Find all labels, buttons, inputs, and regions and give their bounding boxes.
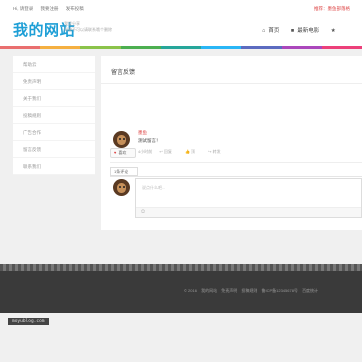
submit-post-link[interactable]: 发布投稿 (66, 6, 84, 11)
like-divider (110, 162, 362, 163)
rainbow-segment (201, 46, 242, 49)
sidebar-item-feedback[interactable]: 留言反馈 (13, 141, 95, 158)
footer-stats-link[interactable]: 百度统计 (302, 288, 318, 293)
rainbow-segment (160, 46, 202, 49)
nav-item-home[interactable]: ⌂ 首页 (262, 28, 281, 34)
footer-links: © 2016 我的网站 免责声明 投稿规则 鲁ICP备12345678号 百度统… (184, 288, 321, 294)
comment-time: 4小时前 (138, 149, 153, 154)
rainbow-segment (120, 46, 161, 49)
title-divider (101, 83, 362, 84)
watermark: moyublog.com (8, 318, 49, 325)
recommend-text: 推荐：墨鱼部落格 (314, 6, 350, 11)
register-link[interactable]: 我要注册 (41, 6, 59, 11)
rainbow-divider (0, 46, 362, 49)
comment-upvote-link[interactable]: 👍 顶 (185, 149, 201, 154)
page-title: 留言反馈 (111, 70, 136, 76)
comment-text: 测试留言！ (138, 138, 161, 143)
emoji-icon[interactable]: ☺ (140, 209, 146, 215)
sidebar-item-disclaimer[interactable]: 免责声明 (13, 73, 95, 90)
comment-count-divider (110, 176, 362, 177)
comment-author[interactable]: 墨鱼 (138, 130, 147, 136)
comment-share-link[interactable]: ↪ 转发 (208, 149, 226, 154)
rainbow-segment (241, 46, 282, 49)
home-icon: ⌂ (262, 28, 266, 34)
sidebar-item-about[interactable]: 关于我们 (13, 90, 95, 107)
rainbow-segment (0, 46, 41, 49)
footer-icp[interactable]: 鲁ICP备12345678号 (261, 288, 297, 293)
rainbow-segment (80, 46, 121, 49)
share-label: 转发 (212, 149, 221, 154)
recommend-link[interactable]: 推荐：墨鱼部落格 (314, 6, 350, 12)
footer-site-link[interactable]: 我的网站 (201, 288, 217, 293)
video-camera-icon: ■ (290, 28, 295, 34)
main-nav: ⌂ 首页 ■ 最新电影 ★ (262, 26, 349, 34)
nav-item-latest-movies[interactable]: ■ 最新电影 (291, 28, 321, 34)
login-link[interactable]: Hi, 请登录 (13, 6, 33, 11)
sidebar: 帮助云 免责声明 关于我们 投稿规则 广告合作 留言反馈 联系我们 (13, 56, 95, 175)
rainbow-segment (40, 46, 81, 49)
comment-input-placeholder: 说点什么吧... (142, 185, 166, 190)
comment-reply-link[interactable]: ↩ 回复 (159, 149, 177, 154)
current-user-avatar (113, 179, 130, 196)
sidebar-item-contact[interactable]: 联系我们 (13, 158, 95, 175)
reply-label: 回复 (163, 149, 172, 154)
sidebar-item-help[interactable]: 帮助云 (13, 56, 95, 73)
heart-icon: ♥ (114, 150, 117, 155)
rainbow-segment (321, 46, 362, 49)
comment-count-tab[interactable]: 1条评论 (110, 167, 138, 176)
footer-copyright: © 2016 (184, 288, 197, 293)
comment-toolbar: ☺ (136, 207, 361, 217)
star-icon: ★ (330, 28, 336, 34)
rainbow-segment (281, 46, 322, 49)
like-button[interactable]: ♥ 喜欢 (110, 148, 136, 158)
sidebar-item-submission-rules[interactable]: 投稿规则 (13, 107, 95, 124)
sidebar-item-ads[interactable]: 广告合作 (13, 124, 95, 141)
comment-input[interactable]: 说点什么吧... ☺ (135, 178, 362, 218)
nav-item-star[interactable]: ★ (331, 28, 339, 34)
nav-home-label: 首页 (268, 28, 280, 34)
site-header: Hi, 请登录 我要注册 发布投稿 推荐：墨鱼部落格 我的网站 我爱分享 如果不… (0, 0, 362, 46)
footer-disclaimer-link[interactable]: 免责声明 (221, 288, 237, 293)
top-links: Hi, 请登录 我要注册 发布投稿 (13, 6, 90, 12)
nav-movies-label: 最新电影 (297, 28, 320, 34)
comment-meta: 4小时前 ↩ 回复 👍 顶 ↪ 转发 (138, 149, 233, 155)
site-slogan: 我爱分享 如果不可以请联系哦个删除 (64, 21, 112, 33)
footer-rules-link[interactable]: 投稿规则 (241, 288, 257, 293)
footer-border (0, 264, 362, 271)
commenter-avatar[interactable] (113, 131, 130, 148)
slogan-line2: 如果不可以请联系哦个删除 (64, 27, 112, 32)
like-label: 喜欢 (118, 150, 127, 155)
site-footer: © 2016 我的网站 免责声明 投稿规则 鲁ICP备12345678号 百度统… (0, 271, 362, 313)
upvote-label: 顶 (191, 149, 196, 154)
